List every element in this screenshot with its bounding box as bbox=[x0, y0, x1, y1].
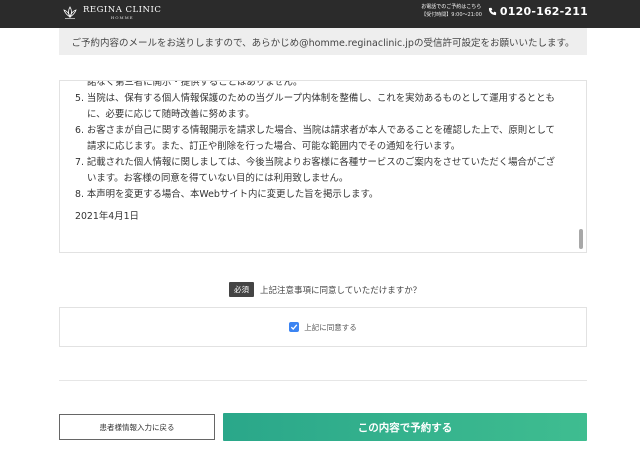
policy-item-5-line-1: 5. 当院は、保有する個人情報保護のための当グループ内体制を整備し、これを実効あ… bbox=[75, 93, 555, 104]
agree-checkbox-label[interactable]: 上記に同意する bbox=[304, 322, 357, 333]
policy-scrollbar[interactable] bbox=[579, 229, 583, 249]
agreement-question: 必須 上記注意事項に同意していただけますか？ bbox=[229, 282, 421, 297]
mail-notice: ご予約内容のメールをお送りしますので、あらかじめ@homme.reginacli… bbox=[59, 28, 587, 55]
phone-number: 0120-162-211 bbox=[499, 5, 588, 18]
policy-item-7-line-2: います。お客様の同意を得ていない目的には利用致しません。 bbox=[87, 173, 349, 184]
phone-contact[interactable]: お電話でのご予約はこちら 【受付時間】9:00〜21:00 0120-162-2… bbox=[421, 4, 588, 19]
privacy-policy-scrollbox[interactable]: 諾なく第三者に開示・提供することはありません。 5. 当院は、保有する個人情報保… bbox=[59, 80, 587, 253]
clinic-logo[interactable]: REGINA CLINIC HOMME bbox=[62, 5, 161, 21]
policy-item-6-line-2: 請求に応じます。また、訂正や削除を行った場合、可能な範囲内でその通知を行います。 bbox=[87, 141, 461, 152]
submit-button-label: この内容で予約する bbox=[357, 421, 453, 434]
agreement-box: 上記に同意する bbox=[59, 307, 587, 347]
policy-item-8-line-1: 8. 本声明を変更する場合、本Webサイト内に変更した旨を掲示します。 bbox=[75, 189, 379, 200]
phone-hours: 【受付時間】9:00〜21:00 bbox=[421, 11, 482, 18]
policy-item-5-line-2: に、必要に応じて随時改善に努めます。 bbox=[87, 109, 255, 120]
phone-icon bbox=[488, 7, 497, 16]
logo-subtitle: HOMME bbox=[110, 15, 134, 21]
policy-date: 2021年4月1日 bbox=[75, 211, 139, 222]
checkmark-icon bbox=[291, 324, 298, 330]
policy-item-6-line-1: 6. お客さまが自己に関する情報開示を請求した場合、当院は請求者が本人であること… bbox=[75, 125, 555, 136]
back-button-label: 患者様情報入力に戻る bbox=[99, 422, 175, 432]
phone-note: お電話でのご予約はこちら bbox=[421, 4, 482, 10]
logo-title: REGINA CLINIC bbox=[83, 4, 162, 15]
policy-partial-line: 諾なく第三者に開示・提供することはありません。 bbox=[87, 80, 303, 88]
agree-checkbox[interactable] bbox=[289, 322, 300, 332]
submit-reservation-button[interactable]: この内容で予約する bbox=[223, 413, 587, 441]
site-header: REGINA CLINIC HOMME お電話でのご予約はこちら 【受付時間】9… bbox=[0, 0, 640, 28]
mail-notice-text: ご予約内容のメールをお送りしますので、あらかじめ@homme.reginacli… bbox=[71, 37, 575, 49]
policy-content: 諾なく第三者に開示・提供することはありません。 5. 当院は、保有する個人情報保… bbox=[75, 81, 570, 225]
section-divider bbox=[59, 380, 587, 381]
lotus-logo-icon bbox=[63, 6, 77, 19]
required-badge: 必須 bbox=[229, 282, 254, 297]
policy-item-7-line-1: 7. 記載された個人情報に関しましては、今後当院よりお客様に各種サービスのご案内… bbox=[75, 157, 556, 168]
back-to-patient-info-button[interactable]: 患者様情報入力に戻る bbox=[59, 414, 215, 440]
question-text: 上記注意事項に同意していただけますか？ bbox=[260, 285, 422, 296]
